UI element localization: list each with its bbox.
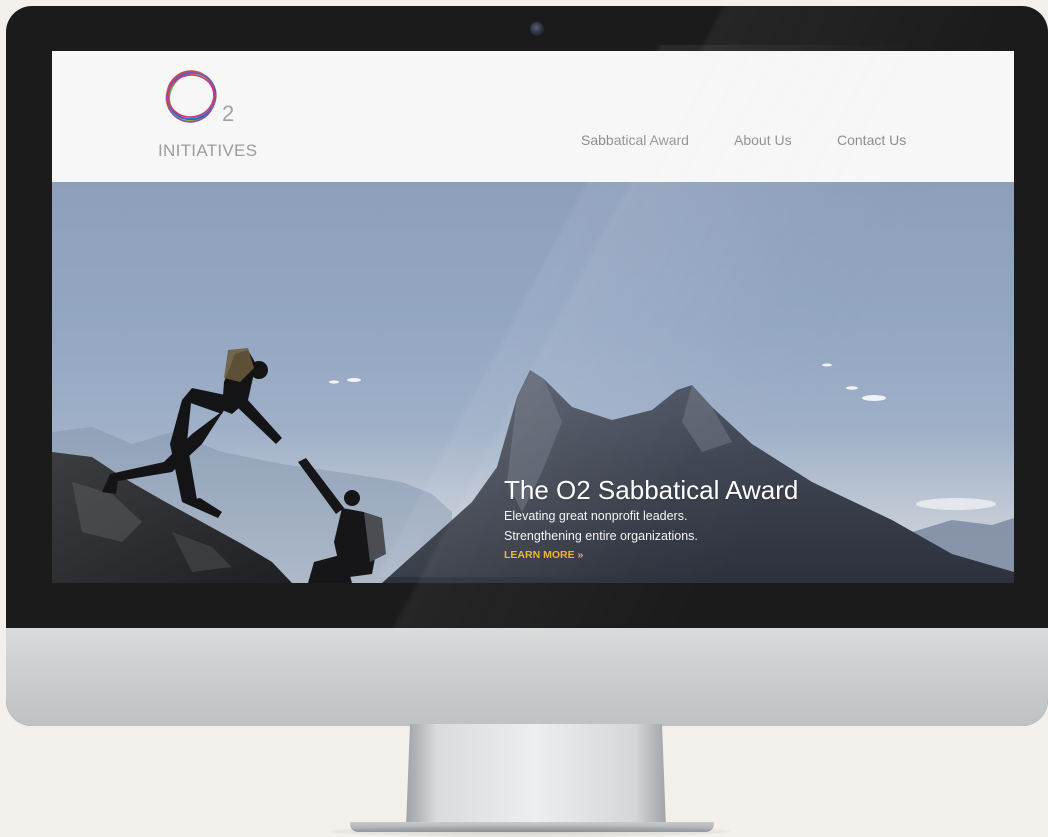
o2-rings-icon	[165, 70, 217, 123]
monitor-chin	[6, 628, 1048, 726]
hero-title: The O2 Sabbatical Award	[504, 475, 799, 506]
nav-item-about-us[interactable]: About Us	[734, 132, 792, 148]
browser-viewport: 2 INITIATIVES Sabbatical Award About Us …	[52, 51, 1014, 583]
monitor-frame: 2 INITIATIVES Sabbatical Award About Us …	[6, 6, 1048, 726]
logo-subscript: 2	[222, 101, 235, 126]
hero-banner: The O2 Sabbatical Award Elevating great …	[52, 182, 1014, 583]
nav-item-sabbatical-award[interactable]: Sabbatical Award	[581, 132, 689, 148]
site-header: 2 INITIATIVES Sabbatical Award About Us …	[52, 51, 1014, 182]
webcam-icon	[530, 22, 544, 36]
learn-more-link[interactable]: LEARN MORE »	[504, 549, 583, 561]
floor-shadow	[330, 826, 730, 837]
monitor-stand	[406, 724, 666, 828]
hero-tagline-2: Strengthening entire organizations.	[504, 529, 698, 543]
logo-wordmark: INITIATIVES	[158, 141, 258, 160]
brand-logo[interactable]: 2 INITIATIVES	[148, 63, 288, 173]
hero-tagline-1: Elevating great nonprofit leaders.	[504, 509, 688, 523]
nav-item-contact-us[interactable]: Contact Us	[837, 132, 906, 148]
